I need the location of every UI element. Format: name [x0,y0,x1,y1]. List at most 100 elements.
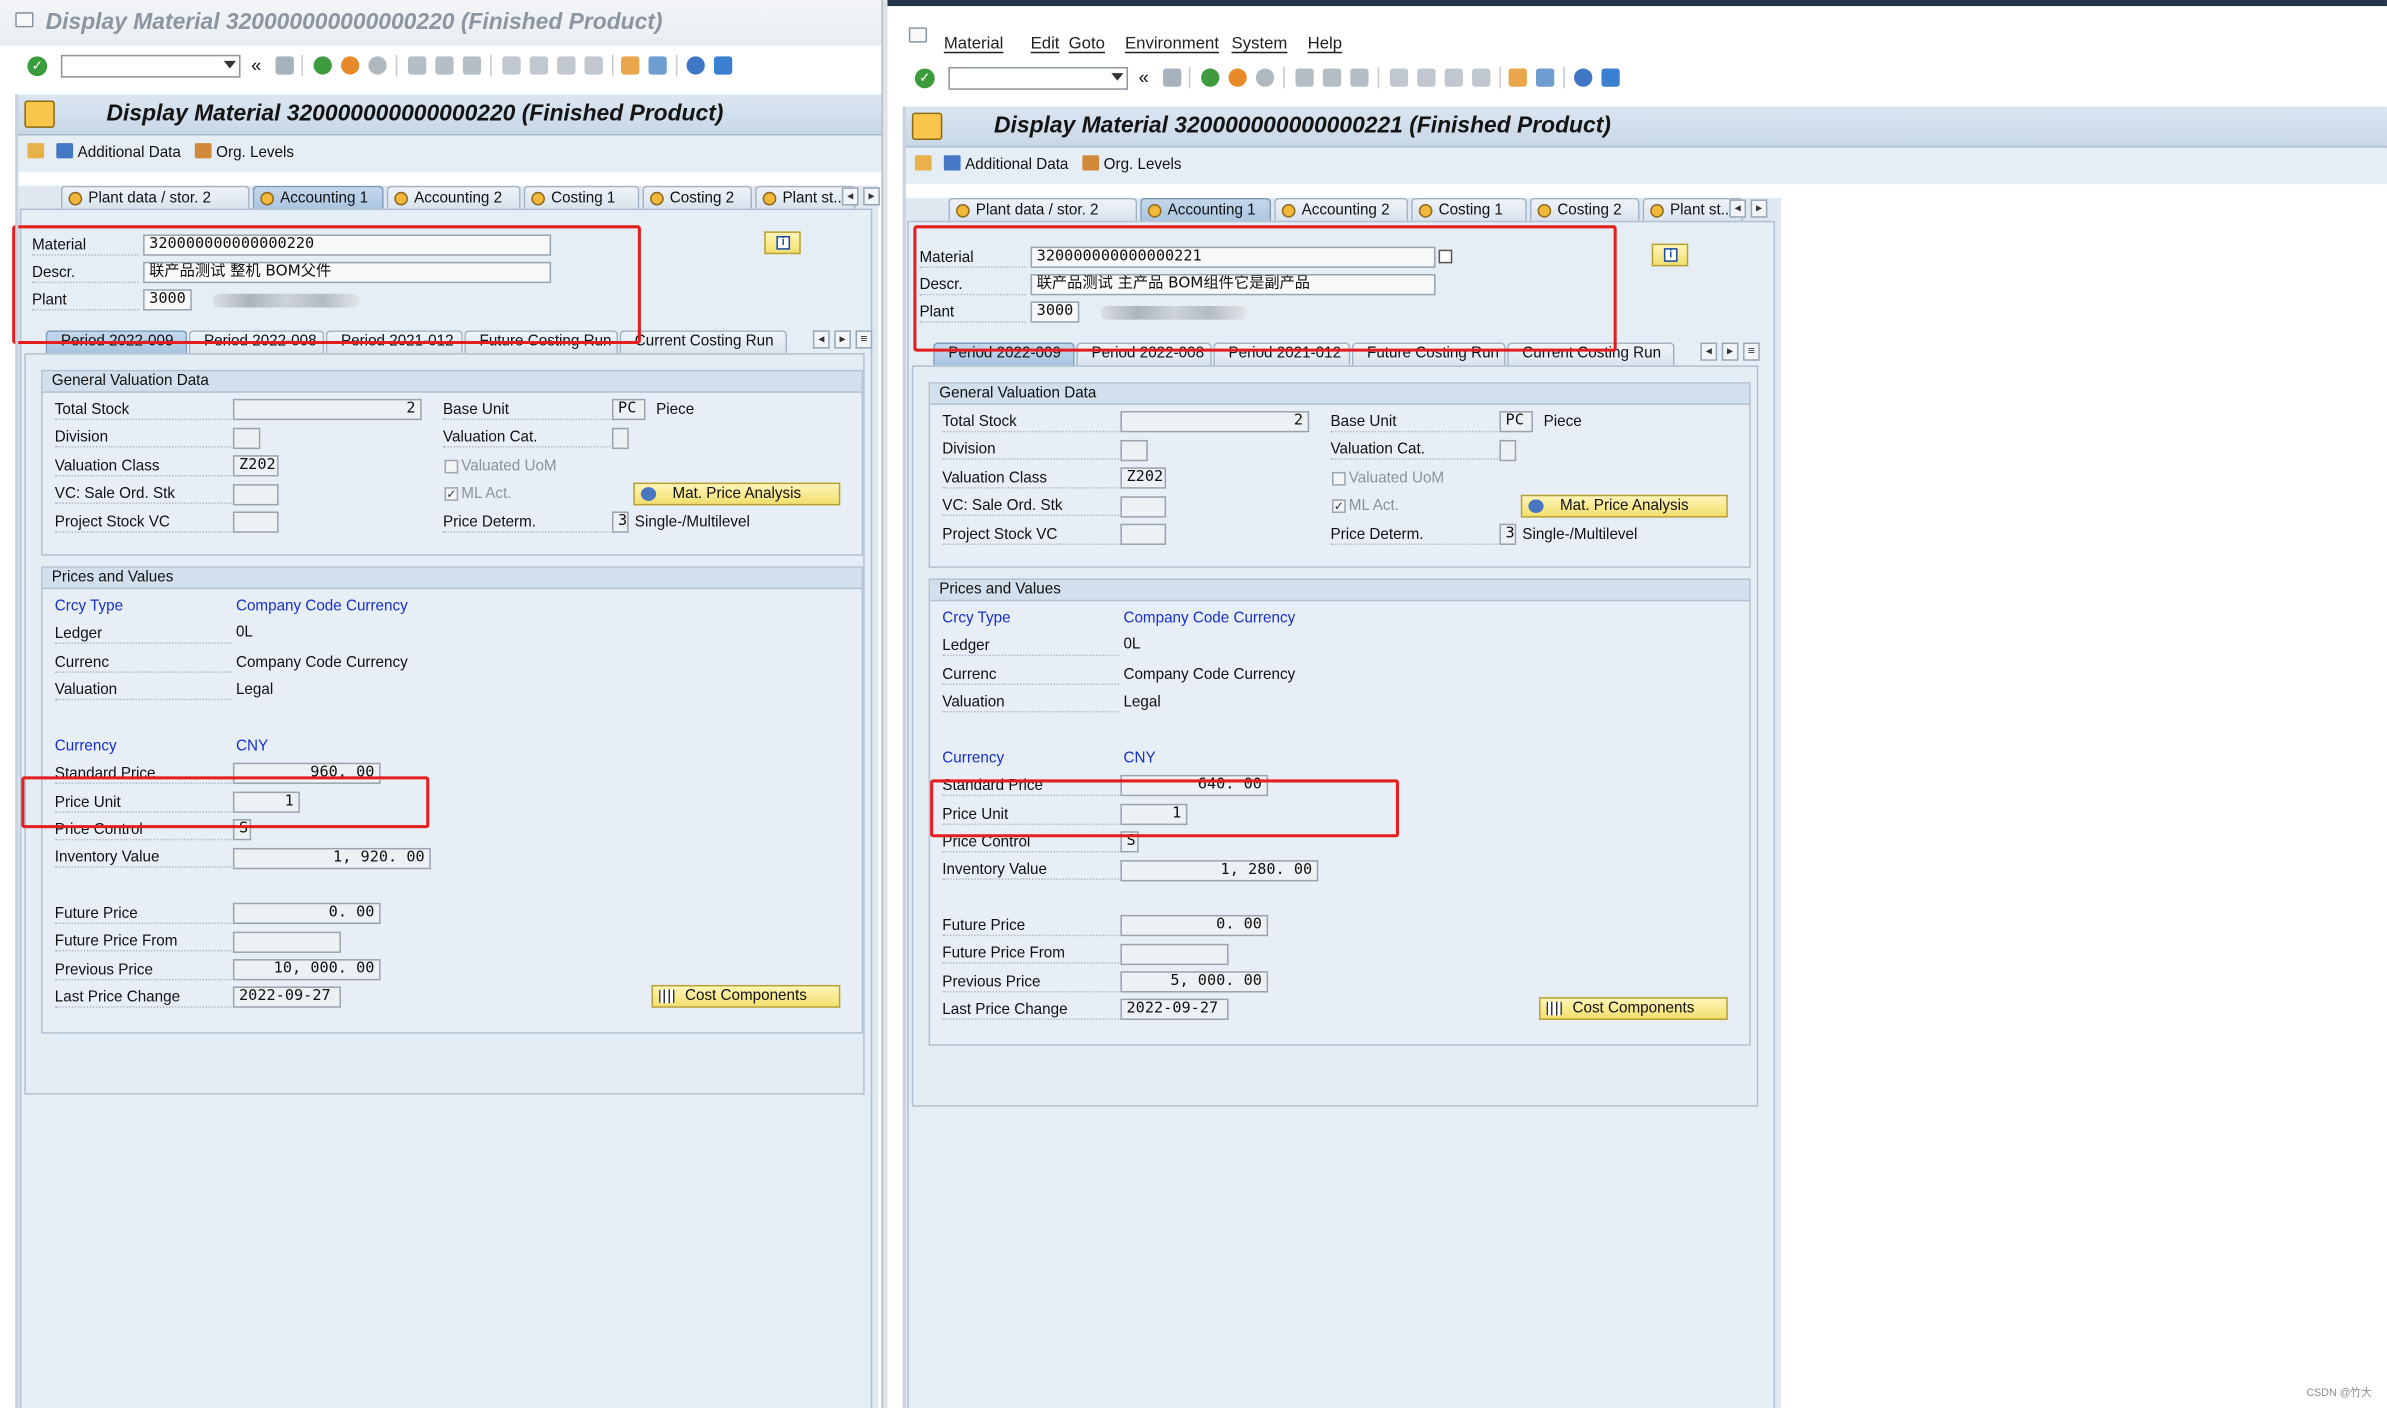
menu-material[interactable]: Material [944,35,1004,53]
find-icon[interactable] [1322,68,1342,87]
customize-layout-icon[interactable] [713,56,733,75]
last-page-icon[interactable] [584,56,603,75]
find-next-icon[interactable] [1350,68,1369,87]
find-next-icon[interactable] [462,56,482,75]
tab-scroll-left-icon[interactable]: ◂ [841,187,859,206]
tab-scroll-right-icon[interactable]: ▸ [863,187,880,206]
period-tab-list-icon[interactable]: ≡ [1743,342,1760,361]
previous-price-field: 5, 000. 00 [1120,971,1269,993]
shortcut-icon[interactable] [648,56,667,75]
help-icon[interactable] [1574,68,1593,87]
exit-icon[interactable] [1228,68,1247,87]
collapse-icon[interactable]: « [1139,67,1149,88]
copy-icon[interactable] [27,143,48,161]
collapse-icon[interactable]: « [251,55,261,76]
save-icon[interactable] [275,56,294,75]
crcy-type-value: Company Code Currency [1123,610,1296,628]
period-tab-5[interactable]: Current Costing Run [619,330,788,354]
period-scroll-right-icon[interactable]: ▸ [834,330,851,349]
valuation-cat-field [1499,439,1517,462]
menu-help[interactable]: Help [1308,35,1342,53]
print-icon[interactable] [1295,68,1314,87]
tab-costing-2[interactable]: Costing 2 [642,185,753,211]
tab-scroll-right-icon[interactable]: ▸ [1750,199,1768,218]
period-scroll-right-icon[interactable]: ▸ [1721,342,1739,361]
check-icon[interactable]: ✓ [914,68,935,89]
first-page-icon[interactable] [1389,68,1409,87]
first-page-icon[interactable] [502,56,521,75]
toolbar-separator [301,54,303,77]
org-levels-button[interactable]: Org. Levels [1082,155,1182,174]
tab-label: Costing 1 [551,190,616,208]
command-field[interactable] [60,54,241,78]
tab-plant-data-stor-2[interactable]: Plant data / stor. 2 [948,197,1138,223]
cost-components-button[interactable]: Cost Components [651,984,841,1008]
tab-plant-st[interactable]: Plant st... [755,185,856,211]
back-icon[interactable] [1201,68,1220,87]
additional-data-label: Additional Data [77,144,181,162]
currenc-label: Currenc [942,667,1119,686]
tab-costing-1[interactable]: Costing 1 [523,185,640,211]
page-title: Display Material 320000000000000221 (Fin… [994,112,1611,139]
standard-toolbar: ✓ « [0,52,884,92]
cancel-icon[interactable] [368,56,387,75]
tab-status-icon [650,191,664,206]
check-icon[interactable]: ✓ [27,56,48,77]
next-page-icon[interactable] [557,56,576,75]
info-button[interactable]: i [764,231,801,255]
mat-price-analysis-label: Mat. Price Analysis [672,485,802,503]
copy-icon[interactable] [914,155,936,173]
customize-layout-icon[interactable] [1601,68,1620,87]
tab-costing-2[interactable]: Costing 2 [1529,197,1640,223]
menu-edit[interactable]: Edit [1031,35,1060,53]
last-page-icon[interactable] [1472,68,1491,87]
cost-components-button[interactable]: Cost Components [1539,997,1728,1020]
tab-costing-1[interactable]: Costing 1 [1411,197,1527,223]
menu-bar: Material Edit Goto Environment System Help [887,0,2387,61]
tab-plant-st[interactable]: Plant st... [1642,197,1744,223]
org-levels-button[interactable]: Org. Levels [194,143,294,161]
cancel-icon[interactable] [1255,68,1275,87]
chevron-down-icon[interactable] [1111,73,1124,81]
tab-accounting-2[interactable]: Accounting 2 [386,185,521,211]
info-icon: i [1663,248,1678,262]
tab-accounting-2[interactable]: Accounting 2 [1274,197,1409,223]
additional-data-button[interactable]: Additional Data [56,143,181,161]
tab-accounting-1[interactable]: Accounting 1 [252,185,384,211]
command-field[interactable] [948,66,1129,90]
additional-data-button[interactable]: Additional Data [943,155,1068,174]
info-button[interactable]: i [1651,243,1689,267]
print-icon[interactable] [407,56,427,75]
menu-system[interactable]: System [1232,35,1288,53]
mat-price-analysis-button[interactable]: Mat. Price Analysis [1520,494,1728,518]
exit-icon[interactable] [340,56,360,75]
next-page-icon[interactable] [1444,68,1463,87]
save-icon[interactable] [1163,68,1182,87]
price-determ-field: 3 [611,511,629,533]
period-scroll-left-icon[interactable]: ◂ [812,330,830,349]
help-icon[interactable] [686,56,705,75]
tab-status-icon [762,191,777,206]
period-tab-list-icon[interactable]: ≡ [855,330,873,349]
tab-scroll-left-icon[interactable]: ◂ [1729,199,1747,218]
find-icon[interactable] [435,56,454,75]
shortcut-icon[interactable] [1536,68,1555,87]
menu-goto[interactable]: Goto [1069,35,1105,53]
system-menu-icon[interactable] [908,27,928,43]
valuation-cat-label: Valuation Cat. [1330,441,1498,460]
ml-act-label: ML Act. [1348,497,1399,515]
mat-price-analysis-button[interactable]: Mat. Price Analysis [633,482,841,506]
tab-accounting-1[interactable]: Accounting 1 [1140,197,1272,223]
period-scroll-left-icon[interactable]: ◂ [1700,342,1718,361]
new-session-icon[interactable] [621,56,640,75]
new-session-icon[interactable] [1508,68,1527,87]
price-determ-label: Price Determ. [442,515,611,533]
back-icon[interactable] [313,56,332,75]
menu-environment[interactable]: Environment [1125,35,1219,53]
chevron-down-icon[interactable] [223,60,236,69]
system-menu-icon[interactable] [15,12,34,28]
tab-plant-data-stor-2[interactable]: Plant data / stor. 2 [60,185,250,211]
previous-page-icon[interactable] [1417,68,1436,87]
previous-page-icon[interactable] [529,56,549,75]
tab-status-icon [68,191,83,206]
